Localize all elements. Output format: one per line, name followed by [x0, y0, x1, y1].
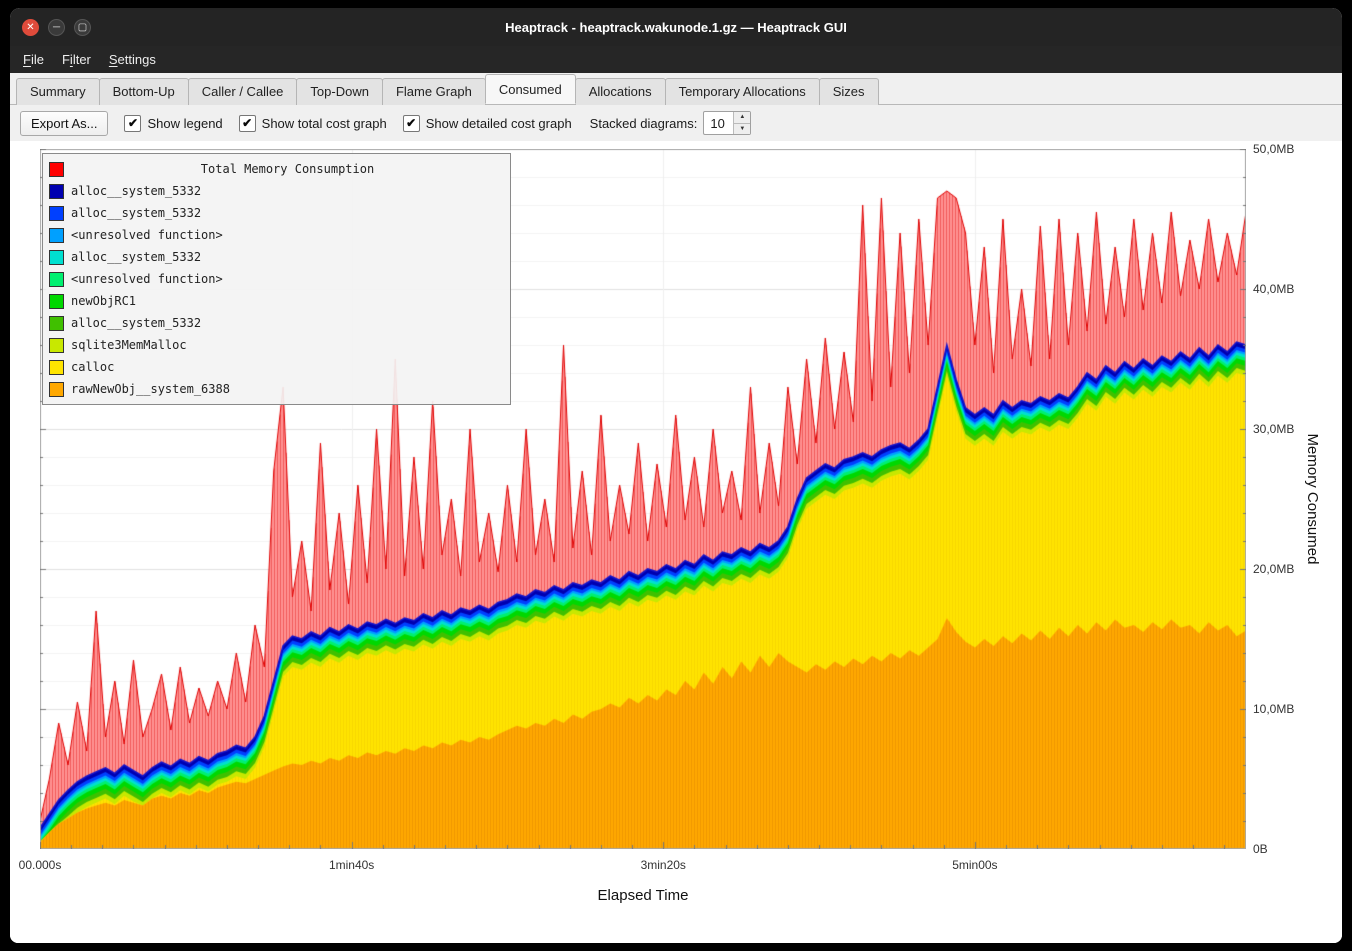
legend-item-label: <unresolved function>: [71, 228, 223, 242]
legend-title: Total Memory Consumption: [71, 162, 504, 176]
legend-swatch: [49, 316, 64, 331]
checkbox-show-total-cost-graph[interactable]: ✔ Show total cost graph: [239, 115, 387, 132]
tab-top-down[interactable]: Top-Down: [296, 78, 383, 105]
checkbox-show-legend[interactable]: ✔ Show legend: [124, 115, 222, 132]
heaptrack-window: ✕ ─ ▢ Heaptrack - heaptrack.wakunode.1.g…: [10, 8, 1342, 943]
tab-summary[interactable]: Summary: [16, 78, 100, 105]
menu-filter[interactable]: Filter: [53, 49, 100, 70]
x-tick-label: 3min20s: [641, 858, 686, 872]
legend-item: sqlite3MemMalloc: [49, 334, 504, 356]
y-tick-label: 0B: [1253, 842, 1268, 856]
legend-swatch: [49, 294, 64, 309]
y-axis-title: Memory Consumed: [1304, 434, 1321, 565]
window-controls: ✕ ─ ▢: [22, 8, 91, 46]
legend-swatch: [49, 228, 64, 243]
legend-title-row: Total Memory Consumption: [49, 158, 504, 180]
checkbox-label: Show total cost graph: [262, 116, 387, 131]
y-tick-label: 20,0MB: [1253, 562, 1294, 576]
y-tick-label: 50,0MB: [1253, 142, 1294, 156]
legend-swatch: [49, 250, 64, 265]
toolbar-checkboxes: ✔ Show legend ✔ Show total cost graph ✔ Show …: [124, 115, 571, 132]
legend-item: rawNewObj__system_6388: [49, 378, 504, 400]
legend-item: alloc__system_5332: [49, 202, 504, 224]
legend-item: <unresolved function>: [49, 224, 504, 246]
legend-item-label: alloc__system_5332: [71, 250, 201, 264]
legend-swatch: [49, 184, 64, 199]
stacked-diagrams-label: Stacked diagrams:: [590, 116, 698, 131]
tab-temporary-allocations[interactable]: Temporary Allocations: [665, 78, 820, 105]
checkmark-icon: ✔: [403, 115, 420, 132]
checkbox-label: Show legend: [147, 116, 222, 131]
titlebar[interactable]: ✕ ─ ▢ Heaptrack - heaptrack.wakunode.1.g…: [10, 8, 1342, 46]
checkmark-icon: ✔: [124, 115, 141, 132]
legend-swatch: [49, 338, 64, 353]
chart-legend: Total Memory Consumption alloc__system_53…: [42, 153, 511, 405]
window-title: Heaptrack - heaptrack.wakunode.1.gz — He…: [10, 20, 1342, 35]
legend-swatch: [49, 162, 64, 177]
legend-item-label: rawNewObj__system_6388: [71, 382, 230, 396]
tab-sizes[interactable]: Sizes: [819, 78, 879, 105]
menu-settings[interactable]: Settings: [100, 49, 165, 70]
stacked-diagrams-stepper[interactable]: 10 ▲ ▼: [703, 111, 751, 135]
legend-item-label: sqlite3MemMalloc: [71, 338, 187, 352]
export-as-button[interactable]: Export As...: [20, 111, 108, 136]
legend-item: <unresolved function>: [49, 268, 504, 290]
chart-area: Total Memory Consumption alloc__system_53…: [10, 141, 1342, 943]
minimize-button[interactable]: ─: [48, 19, 65, 36]
toolbar: Export As... ✔ Show legend ✔ Show total cos…: [10, 105, 1342, 141]
legend-swatch: [49, 206, 64, 221]
legend-item: alloc__system_5332: [49, 246, 504, 268]
stepper-down-icon[interactable]: ▼: [734, 124, 750, 135]
tab-consumed[interactable]: Consumed: [485, 74, 576, 104]
legend-item-label: alloc__system_5332: [71, 184, 201, 198]
legend-item-label: <unresolved function>: [71, 272, 223, 286]
maximize-button[interactable]: ▢: [74, 19, 91, 36]
stepper-up-icon[interactable]: ▲: [734, 112, 750, 124]
x-axis-title: Elapsed Time: [40, 887, 1246, 904]
y-tick-label: 30,0MB: [1253, 422, 1294, 436]
legend-item: alloc__system_5332: [49, 180, 504, 202]
legend-swatch: [49, 382, 64, 397]
close-button[interactable]: ✕: [22, 19, 39, 36]
tab-bottom-up[interactable]: Bottom-Up: [99, 78, 189, 105]
legend-item: alloc__system_5332: [49, 312, 504, 334]
menu-file[interactable]: File: [14, 49, 53, 70]
tab-allocations[interactable]: Allocations: [575, 78, 666, 105]
y-tick-label: 40,0MB: [1253, 282, 1294, 296]
checkbox-show-detailed-cost-graph[interactable]: ✔ Show detailed cost graph: [403, 115, 572, 132]
tab-flame-graph[interactable]: Flame Graph: [382, 78, 486, 105]
x-tick-label: 1min40s: [329, 858, 374, 872]
tab-bar: SummaryBottom-UpCaller / CalleeTop-DownF…: [10, 73, 1342, 105]
stepper-arrows: ▲ ▼: [733, 112, 750, 134]
legend-swatch: [49, 360, 64, 375]
x-tick-label: 5min00s: [952, 858, 997, 872]
checkbox-label: Show detailed cost graph: [426, 116, 572, 131]
legend-item-label: newObjRC1: [71, 294, 136, 308]
legend-item-label: alloc__system_5332: [71, 316, 201, 330]
legend-item: calloc: [49, 356, 504, 378]
tab-caller-callee[interactable]: Caller / Callee: [188, 78, 298, 105]
stacked-diagrams-value: 10: [704, 112, 733, 134]
y-tick-label: 10,0MB: [1253, 702, 1294, 716]
checkmark-icon: ✔: [239, 115, 256, 132]
x-tick-label: 00.000s: [19, 858, 62, 872]
legend-item: newObjRC1: [49, 290, 504, 312]
menubar: FileFilterSettings: [10, 46, 1342, 73]
legend-item-label: calloc: [71, 360, 114, 374]
legend-swatch: [49, 272, 64, 287]
legend-item-label: alloc__system_5332: [71, 206, 201, 220]
